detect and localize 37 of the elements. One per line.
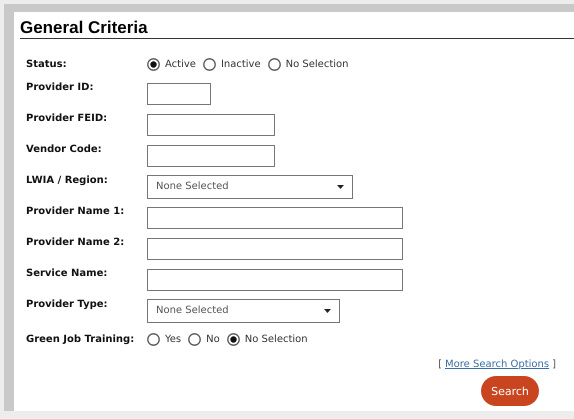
text-field[interactable] bbox=[147, 114, 275, 136]
field-label: Green Job Training: bbox=[26, 334, 136, 345]
field-label: Status: bbox=[26, 59, 68, 70]
radio-button[interactable] bbox=[268, 58, 281, 71]
text-field[interactable] bbox=[147, 144, 275, 166]
text-field[interactable] bbox=[147, 206, 403, 228]
field-label: Provider ID: bbox=[26, 81, 94, 93]
bracket: ] bbox=[552, 359, 556, 370]
radio-label: Inactive bbox=[220, 59, 261, 70]
dropdown[interactable]: None Selected bbox=[147, 298, 340, 322]
bracket: [ bbox=[438, 359, 442, 370]
radio-button[interactable] bbox=[226, 333, 240, 346]
radio-button[interactable] bbox=[202, 58, 216, 71]
caret-icon bbox=[324, 308, 331, 312]
radio-label: No bbox=[206, 334, 220, 345]
radio-label: No Selection bbox=[286, 59, 348, 70]
radio-button[interactable] bbox=[188, 333, 202, 346]
field-label: Provider Name 1: bbox=[26, 205, 126, 217]
radio-label: Active bbox=[165, 59, 196, 70]
field-label: LWIA / Region: bbox=[26, 174, 109, 186]
radio-label: Yes bbox=[165, 334, 182, 345]
field-label: Provider Type: bbox=[26, 298, 109, 310]
text-field[interactable] bbox=[147, 268, 403, 290]
radio-label: No Selection bbox=[244, 334, 308, 345]
field-label: Provider FEID: bbox=[26, 112, 108, 124]
text-field[interactable] bbox=[147, 238, 403, 260]
radio-button[interactable] bbox=[147, 333, 160, 346]
caret-icon bbox=[337, 184, 344, 188]
field-label: Vendor Code: bbox=[26, 143, 103, 155]
dropdown[interactable]: None Selected bbox=[147, 174, 353, 198]
field-label: Provider Name 2: bbox=[26, 236, 126, 248]
more-search-options-link[interactable]: More Search Options bbox=[445, 359, 550, 370]
search-button[interactable]: Search bbox=[481, 376, 539, 406]
field-label: Service Name: bbox=[26, 267, 108, 279]
text-field[interactable] bbox=[147, 82, 211, 104]
radio-button[interactable] bbox=[147, 58, 160, 71]
section-title: General Criteria bbox=[20, 18, 574, 39]
